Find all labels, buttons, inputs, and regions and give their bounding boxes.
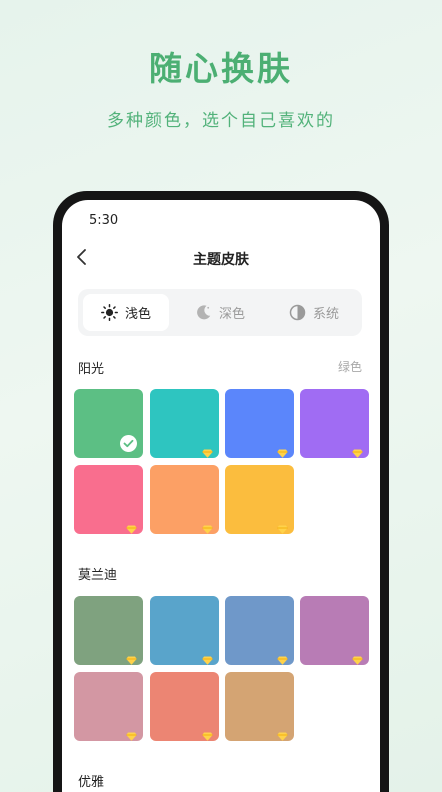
color-swatch[interactable]: [300, 596, 369, 665]
section-title-morandi: 莫兰迪: [78, 568, 118, 583]
diamond-icon: [126, 650, 137, 665]
diamond-icon: [277, 443, 288, 458]
diamond-icon: [277, 519, 288, 534]
section-title-sunshine: 阳光: [78, 362, 105, 377]
hero-subtitle: 多种颜色，选个自己喜欢的: [107, 111, 335, 131]
diamond-icon: [126, 519, 137, 534]
diamond-icon: [202, 726, 213, 741]
section-title-elegant: 优雅: [78, 775, 105, 790]
page-title: 主题皮肤: [193, 252, 249, 268]
diamond-icon: [202, 519, 213, 534]
color-swatch[interactable]: [300, 389, 369, 458]
tab-dark[interactable]: 深色: [177, 294, 263, 331]
sun-icon: [101, 304, 118, 321]
check-icon: [120, 435, 137, 452]
diamond-icon: [126, 726, 137, 741]
diamond-icon: [352, 650, 363, 665]
moon-icon: [197, 305, 211, 320]
color-swatch[interactable]: [74, 672, 143, 741]
hero-title: 随心换肤: [149, 49, 293, 88]
tab-dark-label: 深色: [218, 307, 245, 322]
color-swatch[interactable]: [74, 465, 143, 534]
phone-screen: 5:30 主题皮肤 浅色 深色 系统 阳光 绿色 莫兰迪 优雅: [62, 200, 380, 792]
tab-system-label: 系统: [312, 307, 339, 322]
color-swatch[interactable]: [225, 672, 294, 741]
diamond-icon: [202, 443, 213, 458]
color-swatch[interactable]: [150, 596, 219, 665]
tab-system[interactable]: 系统: [271, 294, 357, 331]
color-swatch[interactable]: [225, 596, 294, 665]
color-swatch[interactable]: [150, 672, 219, 741]
selected-color-label: 绿色: [337, 360, 362, 374]
status-time: 5:30: [89, 213, 119, 228]
diamond-icon: [202, 650, 213, 665]
tab-light-label: 浅色: [124, 307, 151, 322]
color-swatch[interactable]: [150, 389, 219, 458]
color-swatch[interactable]: [74, 389, 143, 458]
color-swatch[interactable]: [150, 465, 219, 534]
diamond-icon: [277, 650, 288, 665]
diamond-icon: [352, 443, 363, 458]
color-swatch[interactable]: [74, 596, 143, 665]
tab-light[interactable]: 浅色: [83, 294, 169, 331]
diamond-icon: [277, 726, 288, 741]
half-circle-icon: [289, 304, 306, 321]
color-swatch[interactable]: [225, 465, 294, 534]
theme-mode-segmented: 浅色 深色 系统: [78, 289, 362, 336]
color-swatch[interactable]: [225, 389, 294, 458]
